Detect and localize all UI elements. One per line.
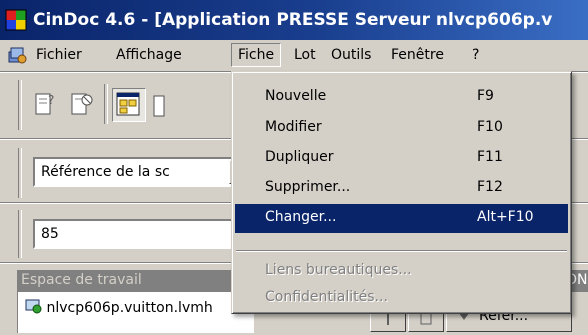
menu-item-shortcut: F9 xyxy=(477,88,494,104)
menu-item-label: Modifier xyxy=(265,119,322,135)
searchbar-grip xyxy=(18,148,22,198)
tree-item-label: nlvcp606p.vuitton.lvmh xyxy=(46,300,213,316)
server-icon xyxy=(25,299,42,314)
toolbar-button-view[interactable] xyxy=(112,88,146,122)
valuebar-grip xyxy=(18,210,22,258)
menu-help[interactable]: ? xyxy=(466,44,485,66)
toolbar-button-search[interactable] xyxy=(66,88,98,120)
menu-affichage[interactable]: Affichage xyxy=(110,44,188,66)
fiche-properties-icon: ? xyxy=(35,93,54,115)
menu-item-modifier[interactable]: Modifier F10 xyxy=(235,114,568,143)
app-icon[interactable] xyxy=(5,9,27,31)
workspace-tree: nlvcp606p.vuitton.lvmh xyxy=(17,292,254,333)
svg-text:?: ? xyxy=(48,93,54,107)
window-view-icon xyxy=(116,92,140,116)
toolbar-button-partial[interactable] xyxy=(152,94,166,118)
menu-item-changer[interactable]: Changer... Alt+F10 xyxy=(235,204,568,233)
menu-item-shortcut: Alt+F10 xyxy=(477,209,534,225)
workspace-title: Espace de travail xyxy=(21,272,142,288)
menu-item-supprimer[interactable]: Supprimer... F12 xyxy=(235,174,568,203)
window-title: CinDoc 4.6 - [Application PRESSE Serveur… xyxy=(33,10,553,30)
menu-item-label: Confidentialités... xyxy=(265,289,388,305)
workspace-header: Espace de travail xyxy=(17,270,253,292)
menu-item-label: Supprimer... xyxy=(265,179,351,195)
menu-fiche[interactable]: Fiche xyxy=(231,43,282,67)
menu-item-label: Changer... xyxy=(265,209,337,225)
reference-combo-value: Référence de la sc xyxy=(41,164,170,180)
toolbar-separator xyxy=(104,84,108,124)
menu-outils[interactable]: Outils xyxy=(325,44,377,66)
menu-item-shortcut: F12 xyxy=(477,179,503,195)
menu-lot[interactable]: Lot xyxy=(288,44,322,66)
menu-item-nouvelle[interactable]: Nouvelle F9 xyxy=(235,83,568,112)
menu-system-icon[interactable] xyxy=(6,44,28,66)
value-input[interactable]: 85 xyxy=(33,219,252,249)
menu-item-shortcut: F11 xyxy=(477,149,503,165)
document-icon xyxy=(153,95,165,117)
value-input-text: 85 xyxy=(41,226,59,242)
menu-separator xyxy=(236,250,567,252)
menu-item-confidentialites[interactable]: Confidentialités... xyxy=(235,284,568,313)
menu-item-label: Nouvelle xyxy=(265,88,327,104)
toolbar-grip xyxy=(18,80,22,130)
menu-item-dupliquer[interactable]: Dupliquer F11 xyxy=(235,144,568,173)
tree-item-server[interactable]: nlvcp606p.vuitton.lvmh xyxy=(24,297,213,316)
menu-item-shortcut: F10 xyxy=(477,119,503,135)
menu-item-label: Liens bureautiques... xyxy=(265,262,412,278)
reference-combo[interactable]: Référence de la sc xyxy=(33,157,252,187)
menu-item-liens-bureautiques[interactable]: Liens bureautiques... xyxy=(235,257,568,286)
toolbar-button-properties[interactable]: ? xyxy=(30,88,62,120)
menu-bar: Fichier Affichage Fiche Lot Outils Fenêt… xyxy=(0,40,588,70)
menu-item-label: Dupliquer xyxy=(265,149,334,165)
menu-fenetre[interactable]: Fenêtre xyxy=(385,44,450,66)
fiche-menu: Nouvelle F9 Modifier F10 Dupliquer F11 S… xyxy=(231,71,572,314)
fiche-search-icon xyxy=(71,93,93,115)
menu-fichier[interactable]: Fichier xyxy=(30,44,88,66)
title-bar[interactable]: CinDoc 4.6 - [Application PRESSE Serveur… xyxy=(0,0,588,40)
